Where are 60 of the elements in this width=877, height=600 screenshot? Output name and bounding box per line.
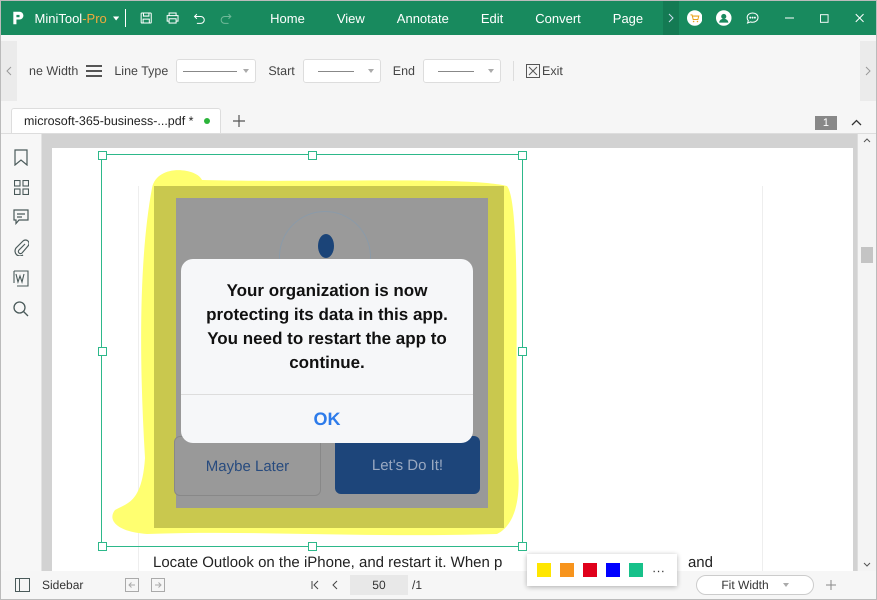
previous-page-icon[interactable] [332, 580, 338, 590]
menu-item[interactable]: Edit [464, 10, 520, 26]
save-icon[interactable] [140, 10, 152, 26]
collapse-icon[interactable] [851, 119, 862, 126]
color-swatch[interactable] [629, 563, 643, 577]
end-label: End [392, 64, 415, 78]
scrollbar-thumb[interactable] [861, 247, 873, 263]
scroll-up-icon[interactable] [863, 138, 871, 143]
scroll-down-icon[interactable] [863, 562, 871, 567]
line-width-label: ne Width [29, 64, 78, 78]
caret-icon[interactable] [112, 16, 119, 20]
undo-icon[interactable] [193, 11, 206, 25]
user-avatar-icon[interactable] [716, 8, 732, 28]
search-icon[interactable] [13, 301, 29, 317]
exit-button[interactable]: Exit [526, 64, 563, 78]
page-number-field[interactable]: 50 [350, 575, 408, 595]
print-icon[interactable] [166, 10, 180, 26]
vertical-scrollbar[interactable] [857, 134, 876, 571]
paperclip-icon[interactable] [14, 239, 28, 256]
color-swatch[interactable] [606, 563, 620, 577]
color-swatch[interactable] [537, 563, 551, 577]
sidebar-icon[interactable] [15, 578, 30, 592]
document-tab[interactable]: microsoft-365-business-...pdf * [11, 108, 221, 133]
app-name[interactable]: MiniTool-Pro [34, 10, 107, 26]
menu-item[interactable]: Page [596, 10, 660, 26]
zoom-dropdown[interactable]: Fit Width [696, 575, 814, 595]
line-type-dropdown[interactable] [176, 59, 256, 83]
chevron-right-icon [865, 66, 871, 76]
page-count-badge: 1 [814, 116, 837, 130]
more-colors-button[interactable]: ··· [652, 562, 665, 578]
body-text: Locate Outlook on the iPhone, and restart it. When p [153, 554, 502, 571]
cart-icon[interactable] [686, 8, 702, 28]
line-width-icon[interactable] [86, 65, 102, 77]
minimize-icon[interactable] [784, 17, 794, 19]
first-page-icon[interactable] [310, 580, 320, 590]
menu-item[interactable]: Home [254, 10, 321, 26]
start-label: Start [268, 64, 295, 78]
page-total: /1 [412, 578, 422, 592]
body-text: and [688, 554, 713, 571]
start-dropdown[interactable] [302, 59, 381, 83]
menu-item[interactable]: View [320, 10, 381, 26]
close-icon[interactable] [854, 12, 864, 24]
sidebar-label[interactable]: Sidebar [42, 578, 84, 592]
line-type-label: Line Type [114, 64, 168, 78]
chat-icon[interactable] [746, 10, 759, 26]
thumbnails-icon[interactable] [14, 180, 28, 195]
color-swatch[interactable] [583, 563, 597, 577]
end-dropdown[interactable] [422, 59, 501, 83]
comment-icon[interactable] [13, 209, 29, 225]
menu-item[interactable]: Annotate [380, 10, 465, 26]
alert-message: Your organization is now protecting its data in this app. You need to restart the app to continue. [205, 280, 449, 374]
color-swatch[interactable] [560, 563, 574, 577]
add-tab-icon[interactable] [232, 115, 245, 127]
bookmark-icon[interactable] [14, 149, 28, 166]
maximize-icon[interactable] [820, 12, 829, 24]
zoom-in-icon[interactable] [826, 580, 836, 590]
word-document-icon[interactable] [13, 270, 29, 287]
chevron-right-icon[interactable] [663, 1, 679, 35]
chevron-left-icon [6, 66, 12, 76]
menu-item[interactable]: Convert [519, 10, 597, 26]
